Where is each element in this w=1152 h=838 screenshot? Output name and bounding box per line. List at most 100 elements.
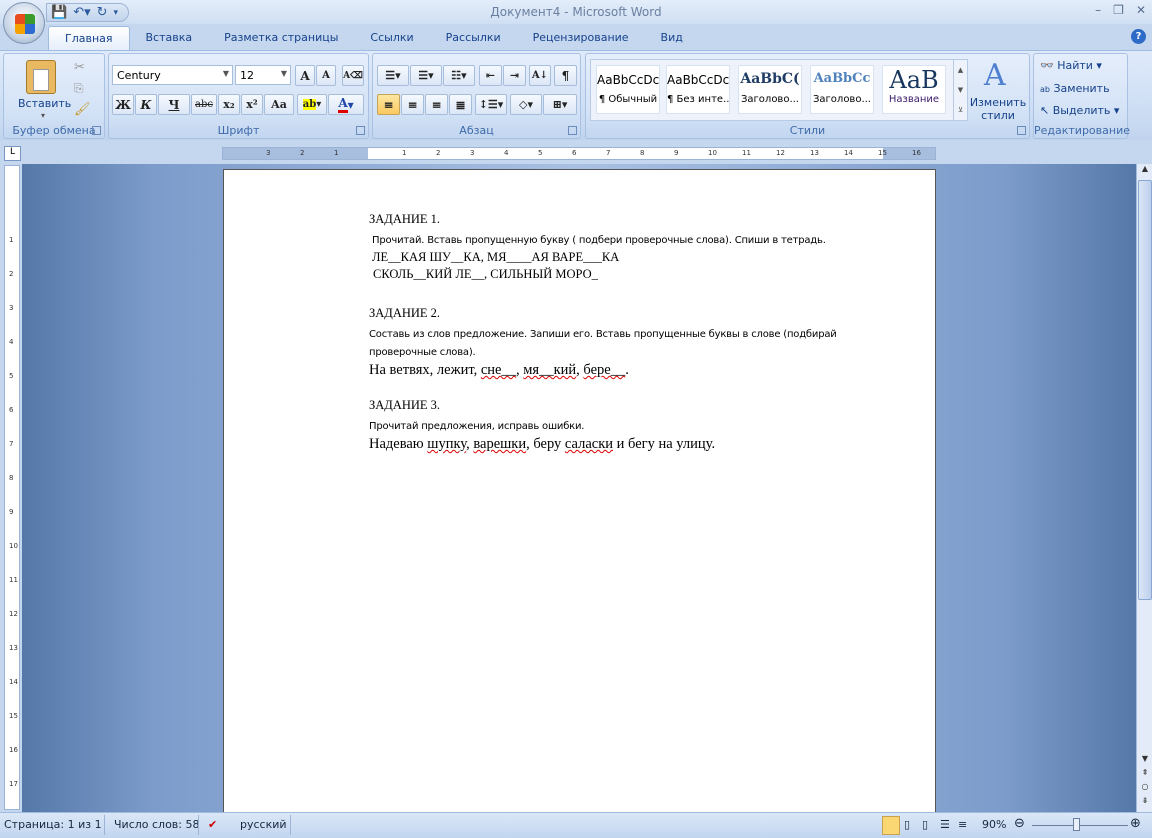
numbering-icon[interactable]: ☰▾ — [410, 65, 442, 86]
select-button[interactable]: ↖ Выделить ▾ — [1040, 104, 1119, 117]
line-spacing-icon[interactable]: ↕☰▾ — [475, 94, 507, 115]
underline-button[interactable]: Ч — [158, 94, 190, 115]
zoom-level[interactable]: 90% — [982, 818, 1006, 831]
tab-selector[interactable]: L — [4, 146, 21, 161]
dialog-launcher-icon[interactable] — [568, 126, 577, 135]
horizontal-ruler[interactable]: 3211234567891011121314151617 — [222, 147, 936, 160]
window-controls: – ❐ ✕ — [1095, 3, 1146, 17]
change-case-button[interactable]: Aa — [264, 94, 294, 115]
dialog-launcher-icon[interactable] — [92, 126, 101, 135]
undo-icon[interactable]: ↶▾ — [73, 5, 90, 20]
sort-icon[interactable]: A↓ — [529, 65, 551, 86]
styles-scroll[interactable]: ▲ ▼ ⊻ — [953, 60, 967, 120]
strikethrough-button[interactable]: abc — [191, 94, 217, 115]
grow-font-button[interactable]: A — [295, 65, 315, 86]
office-button[interactable] — [3, 2, 45, 44]
save-icon[interactable]: 💾 — [51, 5, 67, 20]
close-icon[interactable]: ✕ — [1136, 3, 1146, 17]
misspelled-word[interactable]: мя__кий — [523, 362, 576, 378]
tab-review[interactable]: Рецензирование — [517, 26, 645, 50]
next-page-icon[interactable]: ⇟ — [1138, 796, 1152, 810]
align-center-icon[interactable]: ≡ — [401, 94, 424, 115]
change-styles-icon[interactable]: A — [984, 58, 1006, 93]
increase-indent-icon[interactable]: ⇥ — [503, 65, 526, 86]
style-title[interactable]: AaB Название — [882, 65, 946, 114]
decrease-indent-icon[interactable]: ⇤ — [479, 65, 502, 86]
paste-dropdown-icon[interactable]: ▾ — [41, 111, 45, 120]
bullets-icon[interactable]: ☰▾ — [377, 65, 409, 86]
style-no-spacing[interactable]: AaBbCcDc ¶ Без инте... — [666, 65, 730, 114]
font-color-icon[interactable]: A ▾ — [328, 94, 364, 115]
shading-icon[interactable]: ◇▾ — [510, 94, 542, 115]
scroll-up-icon[interactable]: ▲ — [1138, 164, 1152, 178]
vertical-ruler[interactable]: 123456789101112131415161718 — [4, 165, 20, 822]
borders-icon[interactable]: ⊞▾ — [543, 94, 577, 115]
word-count[interactable]: Число слов: 58 — [114, 818, 200, 831]
scroll-thumb[interactable] — [1138, 180, 1152, 600]
page-count[interactable]: Страница: 1 из 1 — [4, 818, 102, 831]
dialog-launcher-icon[interactable] — [1017, 126, 1026, 135]
ruler-tick-label: 8 — [9, 474, 14, 482]
proofing-icon[interactable]: ✔ — [208, 818, 217, 831]
tab-insert[interactable]: Вставка — [130, 26, 209, 50]
restore-icon[interactable]: ❐ — [1113, 3, 1124, 17]
draft-icon[interactable]: ≡ — [958, 818, 967, 831]
style-heading1[interactable]: AaBbC(Заголово... — [738, 65, 802, 114]
document-page[interactable]: ЗАДАНИЕ 1. Прочитай. Вставь пропущенную … — [223, 169, 936, 829]
browse-object-icon[interactable]: ○ — [1138, 782, 1152, 796]
subscript-button[interactable]: x₂ — [218, 94, 240, 115]
tab-references[interactable]: Ссылки — [354, 26, 429, 50]
minimize-icon[interactable]: – — [1095, 3, 1101, 17]
redo-icon[interactable]: ↻ — [97, 5, 108, 20]
align-right-icon[interactable]: ≡ — [425, 94, 448, 115]
dialog-launcher-icon[interactable] — [356, 126, 365, 135]
customize-icon[interactable]: ▾ — [114, 8, 119, 18]
show-formatting-icon[interactable]: ¶ — [554, 65, 577, 86]
tab-page-layout[interactable]: Разметка страницы — [208, 26, 354, 50]
previous-page-icon[interactable]: ⇞ — [1138, 768, 1152, 782]
shrink-font-button[interactable]: A — [316, 65, 336, 86]
align-left-icon[interactable]: ≡ — [377, 94, 400, 115]
zoom-slider[interactable] — [1032, 825, 1128, 826]
italic-button[interactable]: К — [135, 94, 157, 115]
web-layout-icon[interactable]: ▯ — [922, 818, 928, 831]
document-content[interactable]: ЗАДАНИЕ 1. Прочитай. Вставь пропущенную … — [369, 212, 899, 458]
font-size-select[interactable]: 12 ▼ — [235, 65, 291, 85]
misspelled-word[interactable]: сне__ — [481, 362, 516, 378]
justify-icon[interactable]: ≣ — [449, 94, 472, 115]
find-button[interactable]: 👓 Найти ▾ — [1040, 59, 1102, 72]
tab-view[interactable]: Вид — [645, 26, 699, 50]
bold-button[interactable]: Ж — [112, 94, 134, 115]
vertical-scrollbar[interactable]: ▲ ▼ ⇞ ○ ⇟ — [1136, 164, 1152, 812]
style-normal[interactable]: AaBbCcDc ¶ Обычный — [596, 65, 660, 114]
tab-mailings[interactable]: Рассылки — [430, 26, 517, 50]
find-label: Найти — [1057, 59, 1093, 72]
outline-icon[interactable]: ☰ — [940, 818, 950, 831]
language[interactable]: русский — [240, 818, 287, 831]
misspelled-word[interactable]: варешки — [473, 436, 526, 452]
scroll-down-icon[interactable]: ▼ — [1138, 754, 1152, 768]
misspelled-word[interactable]: саласки — [565, 436, 613, 452]
misspelled-word[interactable]: бере__ — [583, 362, 625, 378]
clear-formatting-icon[interactable]: A⌫ — [342, 65, 364, 86]
copy-icon[interactable]: ⎘ — [74, 81, 84, 96]
format-painter-icon[interactable]: 🖌 — [74, 102, 91, 117]
font-name-select[interactable]: Century ▼ — [112, 65, 233, 85]
cut-icon[interactable]: ✂ — [74, 60, 85, 75]
paste-button[interactable]: Вставить — [18, 97, 71, 110]
multilevel-list-icon[interactable]: ☷▾ — [443, 65, 475, 86]
superscript-button[interactable]: x² — [241, 94, 263, 115]
style-heading2[interactable]: AaBbCc Заголово... — [810, 65, 874, 114]
reading-layout-icon[interactable]: ▯ — [904, 818, 910, 831]
highlight-icon[interactable]: ab ▾ — [297, 94, 327, 115]
paste-icon[interactable] — [26, 60, 56, 94]
zoom-in-icon[interactable]: ⊕ — [1130, 816, 1141, 831]
replace-button[interactable]: ab Заменить — [1040, 82, 1110, 95]
change-styles-button[interactable]: Изменить стили — [968, 96, 1028, 122]
zoom-out-icon[interactable]: ⊖ — [1014, 816, 1025, 831]
misspelled-word[interactable]: шупку — [427, 436, 466, 452]
print-layout-icon[interactable] — [882, 816, 900, 835]
help-icon[interactable]: ? — [1131, 29, 1146, 44]
tab-home[interactable]: Главная — [48, 26, 130, 50]
zoom-slider-thumb[interactable] — [1072, 818, 1080, 831]
